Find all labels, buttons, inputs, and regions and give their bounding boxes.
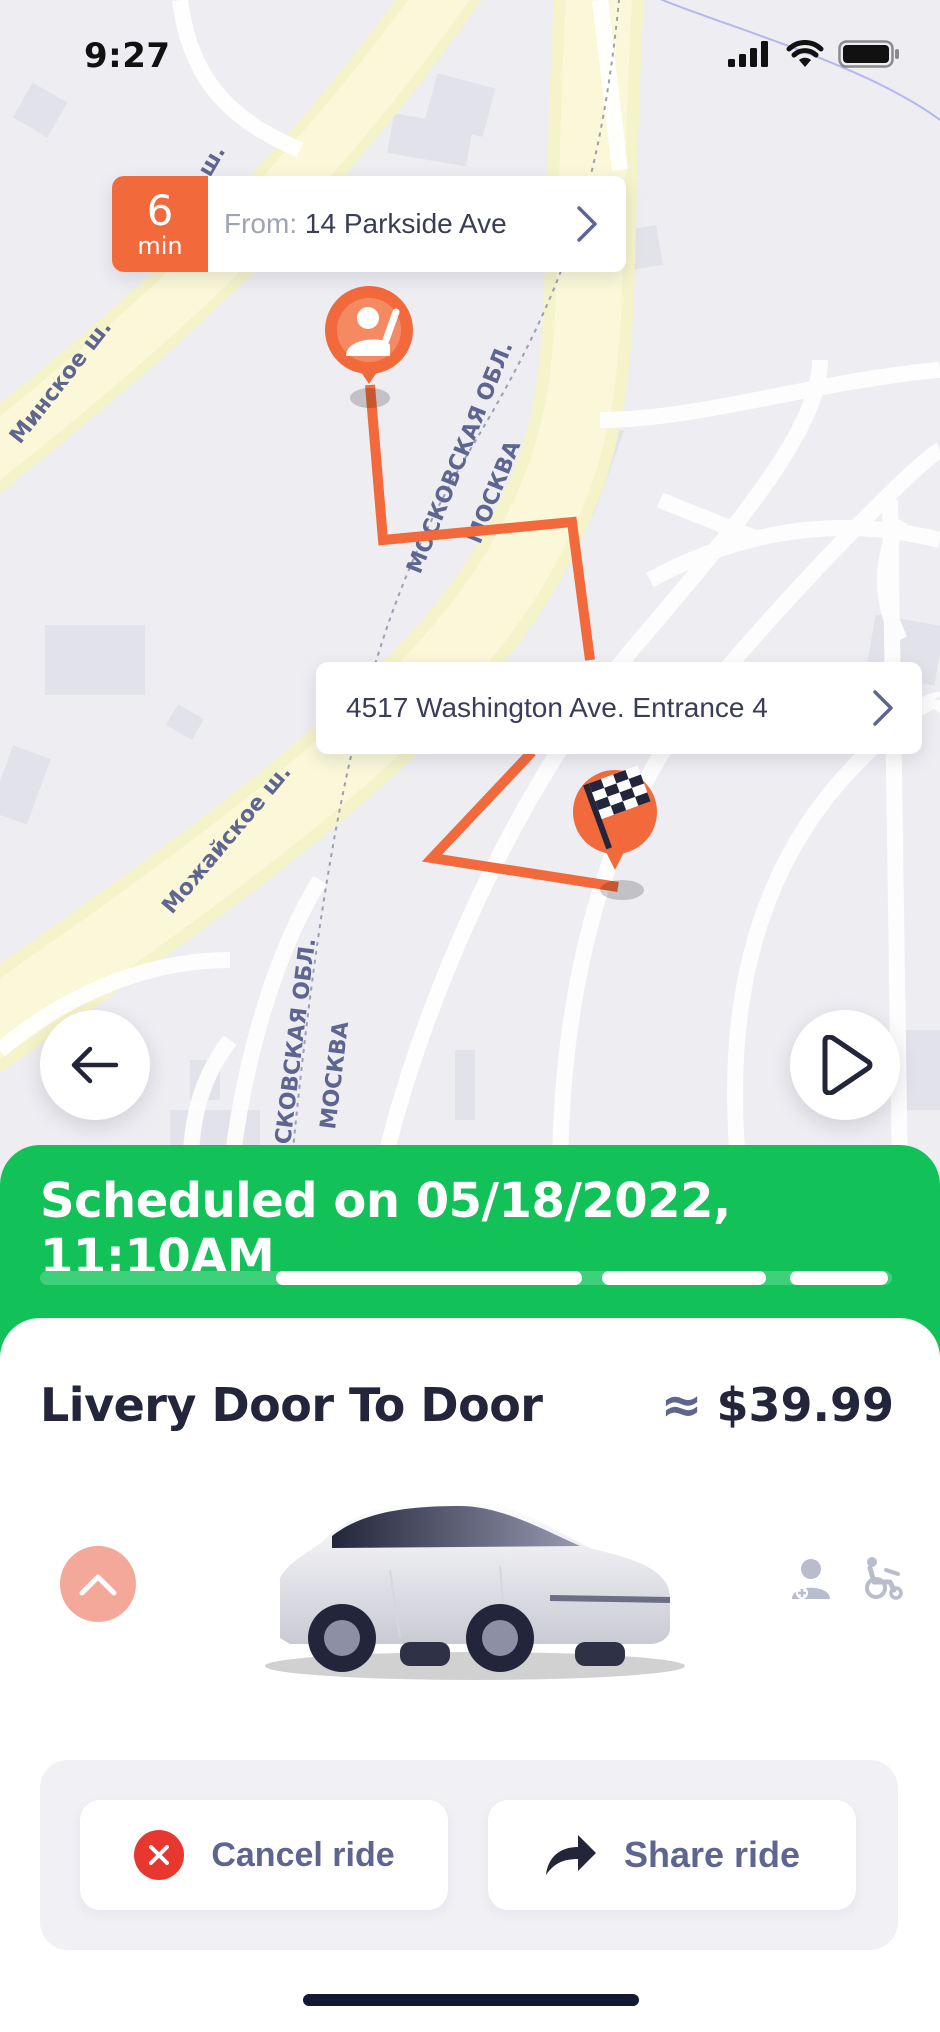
cancel-ride-button[interactable]: Cancel ride xyxy=(80,1800,448,1910)
schedule-text: Scheduled on 05/18/2022, 11:10AM xyxy=(40,1173,731,1285)
ride-details-sheet: Livery Door To Door ≈ $39.99 Cancel ride… xyxy=(0,1318,940,2032)
play-icon xyxy=(822,1035,873,1095)
pickup-prefix: From: xyxy=(224,208,298,239)
status-bar: 9:27 xyxy=(0,0,940,115)
chevron-right-icon xyxy=(873,690,893,726)
pickup-address: 14 Parkside Ave xyxy=(304,208,507,239)
eta-badge: 6 min xyxy=(112,176,208,272)
price: $39.99 xyxy=(716,1378,894,1432)
price-estimate: ≈ $39.99 xyxy=(661,1378,894,1432)
share-arrow-icon xyxy=(545,1835,596,1875)
home-indicator[interactable] xyxy=(303,1994,639,2006)
progress-segment xyxy=(276,1271,582,1285)
arrow-left-icon xyxy=(71,1046,119,1084)
share-ride-button[interactable]: Share ride xyxy=(488,1800,856,1910)
service-name: Livery Door To Door xyxy=(40,1378,543,1432)
collapse-button[interactable] xyxy=(60,1546,136,1622)
progress-segment xyxy=(790,1271,888,1285)
ride-actions: Cancel ride Share ride xyxy=(40,1760,898,1950)
status-icons xyxy=(728,40,900,68)
eta-unit: min xyxy=(137,232,183,260)
cancel-ride-label: Cancel ride xyxy=(211,1835,395,1874)
chevron-right-icon xyxy=(577,206,597,242)
wifi-icon xyxy=(786,40,824,67)
ride-progress xyxy=(40,1271,892,1285)
battery-icon xyxy=(838,40,899,68)
share-ride-label: Share ride xyxy=(623,1834,801,1875)
approx-symbol: ≈ xyxy=(660,1376,703,1434)
pickup-address-text: From: 14 Parkside Ave xyxy=(224,208,507,240)
eta-value: 6 xyxy=(146,186,174,235)
close-icon xyxy=(134,1830,185,1880)
progress-segment xyxy=(602,1271,766,1285)
nurse-icon xyxy=(792,1559,830,1599)
signal-icon xyxy=(728,41,768,67)
play-button[interactable] xyxy=(790,1010,900,1120)
wheelchair-icon xyxy=(865,1557,903,1600)
destination-card[interactable]: 4517 Washington Ave. Entrance 4 xyxy=(316,662,922,754)
pickup-card[interactable]: 6 min From: 14 Parkside Ave xyxy=(112,176,626,272)
vehicle-features xyxy=(790,1556,904,1600)
car-image xyxy=(265,1500,685,1680)
destination-address: 4517 Washington Ave. Entrance 4 xyxy=(346,692,768,723)
back-button[interactable] xyxy=(40,1010,150,1120)
chevron-up-icon xyxy=(79,1574,117,1596)
map-view[interactable]: Минское ш. МОСКОВСКАЯ ОБЛ. МОСКВА Можайс… xyxy=(0,0,940,1180)
status-time: 9:27 xyxy=(84,36,171,76)
